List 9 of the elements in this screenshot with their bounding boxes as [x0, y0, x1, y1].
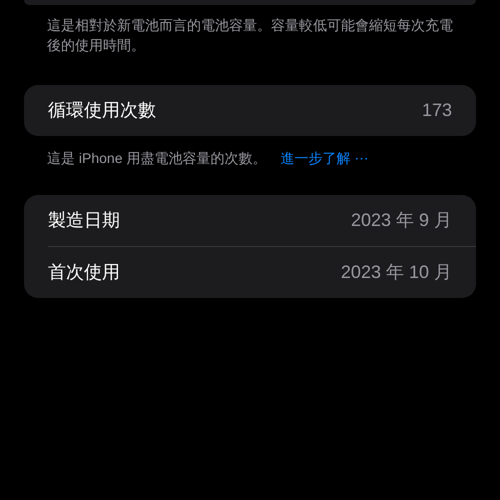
row-label: 製造日期: [48, 209, 120, 232]
footnote-text: 這是 iPhone 用盡電池容量的次數。: [47, 149, 266, 168]
row-label: 首次使用: [48, 261, 120, 284]
row-value: 2023 年 10 月: [340, 261, 452, 284]
row-label: 循環使用次數: [48, 99, 156, 122]
row-value: 2023 年 9 月: [350, 209, 452, 232]
learn-more-link[interactable]: 進一步了解 ⋯: [280, 148, 368, 169]
footnote-text: 這是相對於新電池而言的電池容量。容量較低可能會縮短每次充電後的使用時間。: [47, 16, 453, 55]
row-value: 173: [422, 99, 452, 122]
